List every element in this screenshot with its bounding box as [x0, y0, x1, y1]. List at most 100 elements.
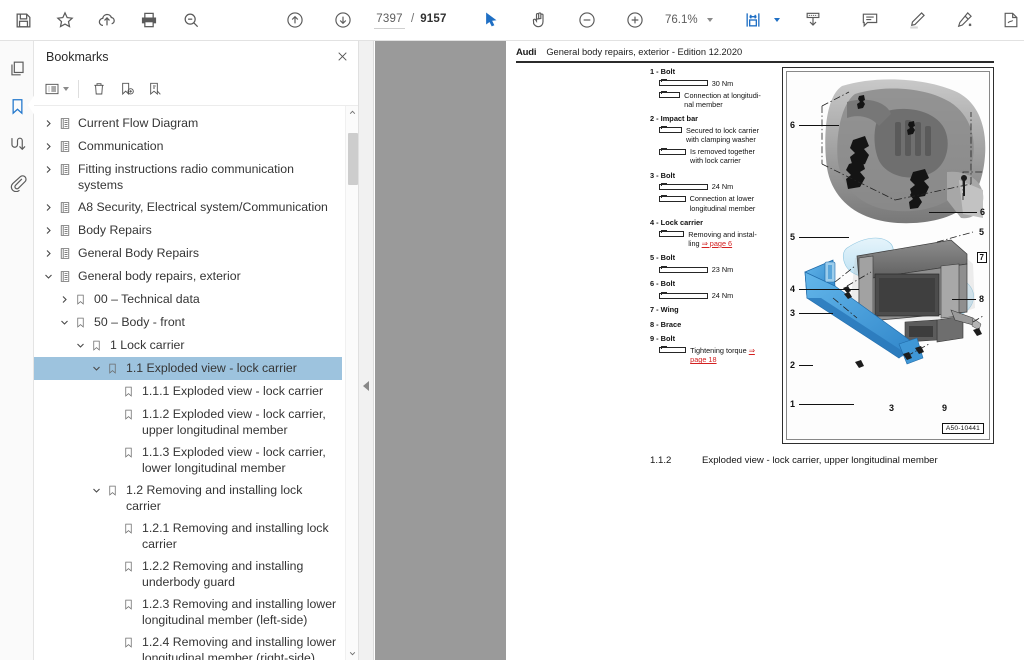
chevron-right-icon[interactable]	[40, 243, 56, 263]
chevron-right-icon[interactable]	[40, 113, 56, 133]
chevron-down-icon[interactable]	[56, 312, 72, 332]
close-icon[interactable]	[336, 50, 349, 63]
sidebar-item-thumbnails[interactable]	[0, 49, 34, 87]
select-cursor-icon[interactable]	[474, 3, 508, 37]
chevron-down-icon[interactable]	[88, 358, 104, 378]
caption-number: 1.1.2	[650, 455, 672, 466]
parts-list-entry-title: 7 - Wing	[650, 305, 679, 315]
bookmark-item[interactable]: 1 Lock carrier	[34, 334, 342, 357]
pdf-viewer[interactable]: Audi General body repairs, exterior - Ed…	[375, 41, 1024, 660]
bookmark-item[interactable]: 1.2.2 Removing and installing underbody …	[34, 555, 342, 593]
leader-line	[799, 125, 839, 126]
scroll-down-icon[interactable]	[346, 647, 358, 660]
print-icon[interactable]	[132, 3, 166, 37]
bookmark-item-label: Fitting instructions radio communication…	[78, 162, 294, 192]
parts-list-entry-title: 8 - Brace	[650, 319, 682, 329]
zoom-in-icon[interactable]	[618, 3, 652, 37]
next-page-icon[interactable]	[326, 3, 360, 37]
panel-divider[interactable]	[359, 41, 374, 660]
bookmark-item[interactable]: 1.1.1 Exploded view - lock carrier	[34, 380, 342, 403]
bookmark-item[interactable]: Fitting instructions radio communication…	[34, 158, 342, 196]
delete-bookmark-icon[interactable]	[85, 76, 113, 102]
bookmarks-scrollbar[interactable]	[345, 106, 358, 660]
chevron-right-icon[interactable]	[40, 197, 56, 217]
pan-hand-icon[interactable]	[522, 3, 556, 37]
zoom-level-control[interactable]: 76.1%	[662, 14, 713, 26]
bookmark-item-selected[interactable]: 1.1 Exploded view - lock carrier	[34, 357, 342, 380]
download-icon[interactable]	[796, 3, 830, 37]
bookmark-item[interactable]: 00 – Technical data	[34, 288, 342, 311]
chevron-right-icon[interactable]	[40, 159, 56, 179]
bookmark-item[interactable]: 1.2 Removing and installing lock carrier	[34, 479, 342, 517]
chevron-down-icon[interactable]	[40, 266, 56, 286]
bookmark-item-label: General body repairs, exterior	[78, 269, 241, 283]
bookmark-item[interactable]: Body Repairs	[34, 219, 342, 242]
collapse-panel-icon[interactable]	[363, 381, 369, 391]
draw-pen-icon[interactable]	[947, 3, 981, 37]
chevron-right-icon[interactable]	[40, 220, 56, 240]
bookmark-item[interactable]: A8 Security, Electrical system/Communica…	[34, 196, 342, 219]
bookmark-item[interactable]: 1.1.3 Exploded view - lock carrier, lowe…	[34, 441, 342, 479]
parts-list-entry: 7 - Wing	[650, 305, 776, 314]
bookmark-item[interactable]: General body repairs, exterior	[34, 265, 342, 288]
checkbox-icon	[659, 182, 708, 190]
bookmark-item-label: 1.1.3 Exploded view - lock carrier, lowe…	[142, 445, 326, 475]
chevron-down-icon[interactable]	[72, 335, 88, 355]
bookmark-item[interactable]: 1.2.1 Removing and installing lock carri…	[34, 517, 342, 555]
cloud-upload-icon[interactable]	[90, 3, 124, 37]
bookmark-item[interactable]: 1.2.4 Removing and installing lower long…	[34, 631, 342, 660]
toolbar-annotation-group	[853, 0, 1024, 41]
search-icon[interactable]	[174, 3, 208, 37]
toolbar-fit-group	[736, 0, 830, 41]
previous-page-icon[interactable]	[278, 3, 312, 37]
save-icon[interactable]	[6, 3, 40, 37]
bookmark-item[interactable]: 50 – Body - front	[34, 311, 342, 334]
chevron-right-icon[interactable]	[56, 289, 72, 309]
scroll-up-icon[interactable]	[346, 106, 358, 119]
comment-icon[interactable]	[853, 3, 887, 37]
scrollbar-thumb[interactable]	[348, 133, 358, 185]
bookmark-item[interactable]: General Body Repairs	[34, 242, 342, 265]
document-header-text: General body repairs, exterior - Edition…	[546, 47, 743, 57]
folder-list-icon	[56, 136, 73, 156]
figure-callout-3-bottom: 3	[889, 403, 895, 413]
folder-list-icon	[56, 159, 73, 179]
bookmarks-panel: Bookmarks Current Flow Diagram Communica…	[34, 41, 359, 660]
exploded-view-figure: 6 6 7 5 4 3 2 1 3 9 8 5 A50-10441	[782, 67, 994, 444]
highlight-icon[interactable]	[900, 3, 934, 37]
page-number-field[interactable]: 7397 / 9157	[374, 11, 447, 29]
bookmark-item[interactable]: 1.2.3 Removing and installing lower long…	[34, 593, 342, 631]
chevron-down-icon[interactable]	[62, 86, 69, 91]
bookmark-flag-icon	[120, 594, 137, 614]
bookmark-options-icon[interactable]	[42, 76, 70, 102]
chevron-down-icon[interactable]	[706, 18, 713, 22]
bookmark-item-label: 1.2.4 Removing and installing lower long…	[142, 635, 337, 660]
bookmark-item-label: 1.2 Removing and installing lock carrier	[126, 483, 303, 513]
bookmark-star-icon[interactable]	[48, 3, 82, 37]
sidebar-item-bookmarks[interactable]	[0, 87, 35, 125]
bookmark-item[interactable]: 1.1.2 Exploded view - lock carrier, uppe…	[34, 403, 342, 441]
parts-list-bullet: 24 Nm	[650, 291, 776, 300]
chevron-right-icon[interactable]	[40, 136, 56, 156]
bookmark-flag-icon	[120, 632, 137, 652]
parts-list: 1 - Bolt 30 Nm Connection at longitudi-nal…	[650, 67, 776, 369]
bookmark-flag-icon	[104, 480, 121, 500]
bookmark-item[interactable]: Current Flow Diagram	[34, 112, 342, 135]
edit-bookmark-icon[interactable]	[141, 76, 169, 102]
left-icon-rail	[0, 41, 35, 660]
chevron-down-icon[interactable]	[88, 480, 104, 500]
add-bookmark-icon[interactable]	[113, 76, 141, 102]
bookmarks-tree: Current Flow Diagram Communication Fitting…	[34, 106, 342, 660]
zoom-out-icon[interactable]	[570, 3, 604, 37]
sidebar-item-attachments[interactable]	[0, 163, 34, 201]
page-current-input[interactable]: 7397	[374, 11, 405, 29]
bookmark-item[interactable]: Communication	[34, 135, 342, 158]
fit-page-icon[interactable]	[736, 3, 770, 37]
figure-caption: 1.1.2 Exploded view - lock carrier, uppe…	[650, 455, 994, 466]
sidebar-item-signatures[interactable]	[0, 125, 34, 163]
fit-page-chevron-down-icon[interactable]	[773, 18, 780, 22]
stamp-signature-icon[interactable]	[994, 3, 1024, 37]
bookmarks-panel-header: Bookmarks	[34, 41, 358, 72]
parts-list-entry-title: 9 - Bolt	[650, 334, 676, 344]
parts-list-bullet: Secured to lock carrier with clamping was…	[650, 126, 776, 145]
